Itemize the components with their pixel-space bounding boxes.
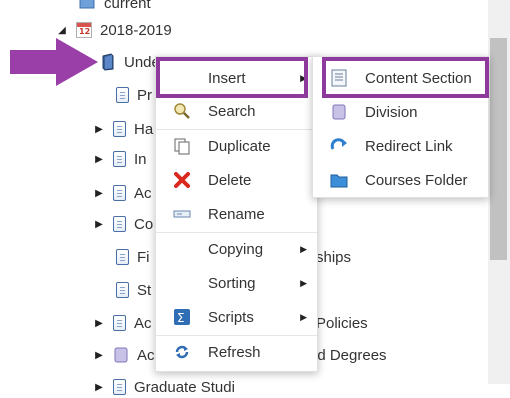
page-icon — [113, 315, 126, 331]
scrollbar-thumb[interactable] — [490, 38, 507, 260]
submenu-arrow-icon: ▶ — [300, 311, 307, 322]
delete-x-icon — [172, 170, 192, 190]
submenu-item-label: Division — [365, 103, 418, 121]
svg-text:Σ: Σ — [177, 311, 185, 325]
tree-item[interactable]: ▶ Ha — [93, 118, 153, 140]
menu-item-delete[interactable]: Delete — [156, 163, 317, 197]
site-icon — [78, 0, 96, 12]
collapsed-arrow-icon[interactable]: ▶ — [93, 350, 105, 361]
tree-item-label: Ac — [134, 314, 152, 332]
tree-item-label: current — [104, 0, 151, 12]
tree-item-current[interactable]: current — [78, 0, 151, 14]
folder-icon — [329, 170, 349, 190]
redirect-link-icon — [329, 136, 349, 156]
tree-item[interactable]: Pr — [116, 84, 152, 106]
page-icon — [116, 282, 129, 298]
duplicate-icon — [172, 136, 192, 156]
tree-item[interactable]: ▶ Ac — [93, 182, 152, 204]
collapsed-arrow-icon[interactable]: ▶ — [93, 318, 105, 329]
collapsed-arrow-icon[interactable]: ▶ — [93, 188, 105, 199]
page-icon — [113, 121, 126, 137]
submenu-arrow-icon: ▶ — [300, 243, 307, 254]
menu-item-rename[interactable]: Rename — [156, 197, 317, 231]
scripts-icon: Σ — [172, 307, 192, 327]
page-icon — [113, 379, 126, 395]
tree-item[interactable]: ▶ Co — [93, 213, 153, 235]
tree-item-label: 2018-2019 — [100, 21, 172, 39]
tree-item[interactable]: Fi — [116, 246, 150, 268]
insert-highlight-box — [156, 57, 308, 98]
collapsed-arrow-icon[interactable]: ▶ — [93, 382, 105, 393]
submenu-item-label: Redirect Link — [365, 137, 453, 155]
collapsed-arrow-icon[interactable]: ▶ — [93, 124, 105, 135]
menu-item-label: Copying — [208, 240, 264, 258]
tree-item-label: Ha — [134, 120, 154, 138]
content-section-highlight-box — [322, 57, 489, 98]
magnifier-icon — [172, 101, 192, 121]
tree-item-label: Co — [134, 215, 154, 233]
page-icon — [113, 151, 126, 167]
page-icon — [116, 249, 129, 265]
refresh-icon — [172, 342, 192, 362]
submenu-item-redirect-link[interactable]: Redirect Link — [313, 129, 488, 163]
submenu-item-courses-folder[interactable]: Courses Folder — [313, 163, 488, 197]
pointer-arrow-annotation — [10, 38, 100, 91]
calendar-icon — [76, 22, 92, 38]
menu-item-duplicate[interactable]: Duplicate — [156, 129, 317, 163]
menu-item-label: Rename — [208, 205, 265, 223]
tree-item-label-fragment: nd Degrees — [309, 346, 387, 364]
menu-item-label: Scripts — [208, 308, 254, 326]
expanded-arrow-icon[interactable]: ◢ — [56, 25, 68, 36]
tree-item-label: Pr — [137, 86, 152, 104]
division-icon — [329, 102, 349, 122]
tree-item-label-fragment: Policies — [316, 314, 368, 332]
page-icon — [113, 216, 126, 232]
menu-item-label: Duplicate — [208, 137, 271, 155]
tree-item[interactable]: ▶ Ac — [93, 312, 152, 334]
tree-item-label: Ac — [134, 184, 152, 202]
menu-item-label: Sorting — [208, 274, 256, 292]
collapsed-arrow-icon[interactable]: ▶ — [93, 154, 105, 165]
tree-item[interactable]: ▶ In — [93, 148, 147, 170]
menu-item-label: Delete — [208, 171, 252, 189]
tree-item[interactable]: ▶ Graduate Studi — [93, 376, 235, 398]
menu-item-scripts[interactable]: Σ Scripts ▶ — [156, 300, 317, 334]
collapsed-arrow-icon[interactable]: ▶ — [93, 219, 105, 230]
tree-item[interactable]: ▶ Ac — [93, 344, 155, 366]
menu-item-sorting[interactable]: Sorting ▶ — [156, 266, 317, 300]
page-icon — [113, 185, 126, 201]
menu-item-label: Search — [208, 102, 256, 120]
menu-item-copying[interactable]: Copying ▶ — [156, 232, 317, 266]
page-icon — [116, 87, 129, 103]
submenu-arrow-icon: ▶ — [300, 277, 307, 288]
tree-item-label: In — [134, 150, 147, 168]
tree-item-label: Fi — [137, 248, 150, 266]
tree-item-label: Ac — [137, 346, 155, 364]
rename-icon — [172, 204, 192, 224]
menu-item-search[interactable]: Search — [156, 94, 317, 128]
tree-item-label: Graduate Studi — [134, 378, 235, 396]
context-menu: Insert ▶ Search Duplicate Delete Rename … — [155, 56, 318, 372]
tree-item-label-fragment: ships — [316, 248, 352, 266]
menu-item-refresh[interactable]: Refresh — [156, 335, 317, 369]
tree-item-label: St — [137, 281, 152, 299]
division-icon — [113, 346, 129, 364]
catalog-book-icon — [100, 53, 116, 71]
submenu-item-division[interactable]: Division — [313, 95, 488, 129]
submenu-item-label: Courses Folder — [365, 171, 468, 189]
menu-item-label: Refresh — [208, 343, 261, 361]
tree-item[interactable]: St — [116, 279, 151, 301]
